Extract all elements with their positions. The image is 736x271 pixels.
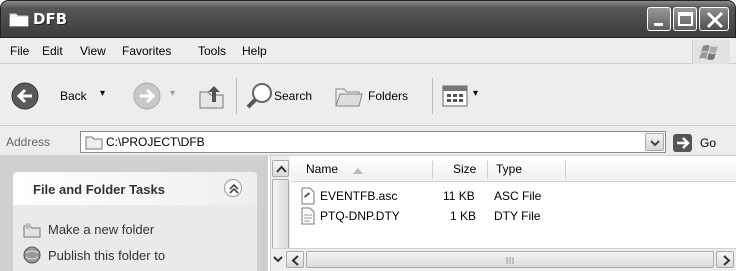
menu-edit[interactable]: Edit [42,44,63,58]
up-folder-icon [199,86,224,109]
search-button[interactable]: Search [244,80,328,114]
publish-web-icon [23,246,41,264]
chevron-right-icon [723,255,731,266]
up-folder-button[interactable] [196,80,230,114]
back-dropdown-icon[interactable]: ▾ [100,88,105,99]
file-row[interactable]: PTQ-DNP.DTY 1 KB DTY File [298,206,598,226]
address-label: Address [6,135,51,149]
minimize-icon [654,23,663,26]
toolbar-separator [432,78,433,114]
column-header-name[interactable]: Name [306,162,338,182]
windows-logo-icon [692,40,730,64]
forward-arrow-icon [133,82,161,110]
menu-file[interactable]: File [10,44,29,58]
scroll-thumb[interactable] [272,179,289,251]
left-pane-scroll-down-button[interactable] [272,251,284,268]
folder-icon [9,13,29,27]
task-link-publish-folder[interactable]: Publish this folder to [22,245,242,265]
menu-bar [0,38,736,64]
minimize-button[interactable] [647,7,671,31]
window-title: DFB [33,10,68,28]
column-header-size[interactable]: Size [453,162,476,182]
go-arrow-icon [673,134,692,152]
new-folder-icon [23,223,41,238]
collapse-button[interactable] [224,179,242,197]
search-icon [246,83,272,109]
file-type: DTY File [494,209,541,223]
maximize-button[interactable] [673,7,697,31]
forward-button[interactable]: ▾ [128,80,188,114]
column-header-type[interactable]: Type [496,162,522,182]
folders-icon [335,88,363,107]
folders-label: Folders [368,89,409,103]
file-size: 11 KB [443,189,475,203]
back-label: Back [60,89,87,103]
file-icon [301,207,315,225]
horizontal-scrollbar[interactable] [272,248,736,271]
menu-view[interactable]: View [80,44,106,58]
go-label: Go [700,136,717,150]
double-chevron-up-icon [229,183,239,194]
views-button[interactable]: ▾ [440,82,486,112]
file-row[interactable]: EVENTFB.asc 11 KB ASC File [298,186,598,206]
scroll-up-button[interactable] [272,160,289,177]
chevron-left-icon [291,255,299,266]
back-button[interactable]: Back ▾ [8,80,126,114]
menu-tools[interactable]: Tools [198,44,226,58]
chevron-down-icon [650,140,660,147]
grip-icon [506,257,514,264]
scroll-thumb[interactable] [306,251,714,268]
task-group-title: File and Folder Tasks [33,182,165,197]
task-link-make-folder[interactable]: Make a new folder [22,219,242,239]
scroll-right-button[interactable] [716,251,734,268]
chevron-down-icon [273,256,283,263]
folders-button[interactable]: Folders [332,80,424,114]
sort-ascending-icon [353,168,363,174]
address-input[interactable]: C:\PROJECT\DFB [106,135,205,149]
title-bar: DFB [0,0,736,38]
close-icon [706,11,724,29]
toolbar-separator [236,78,237,114]
views-dropdown-icon: ▾ [473,88,479,99]
maximize-icon [678,12,693,26]
file-size: 1 KB [450,209,477,223]
file-type: ASC File [494,189,542,203]
menu-help[interactable]: Help [242,44,267,58]
address-dropdown-button[interactable] [645,133,664,151]
folder-icon [85,136,103,150]
file-name: PTQ-DNP.DTY [320,209,400,223]
search-label: Search [274,89,313,103]
column-separator[interactable] [487,161,488,179]
text-file-icon [301,187,315,205]
file-name: EVENTFB.asc [320,189,398,203]
back-arrow-icon [11,82,39,110]
task-link-label: Publish this folder to [48,248,166,263]
chevron-up-icon [276,165,287,173]
column-separator[interactable] [432,161,433,179]
go-button[interactable]: Go [672,132,732,154]
scroll-left-button[interactable] [286,251,304,268]
task-link-label: Make a new folder [48,222,155,237]
close-button[interactable] [699,7,729,31]
forward-dropdown-icon[interactable]: ▾ [170,88,175,99]
views-icon [442,85,468,107]
menu-favorites[interactable]: Favorites [122,44,171,58]
column-separator[interactable] [565,161,566,179]
